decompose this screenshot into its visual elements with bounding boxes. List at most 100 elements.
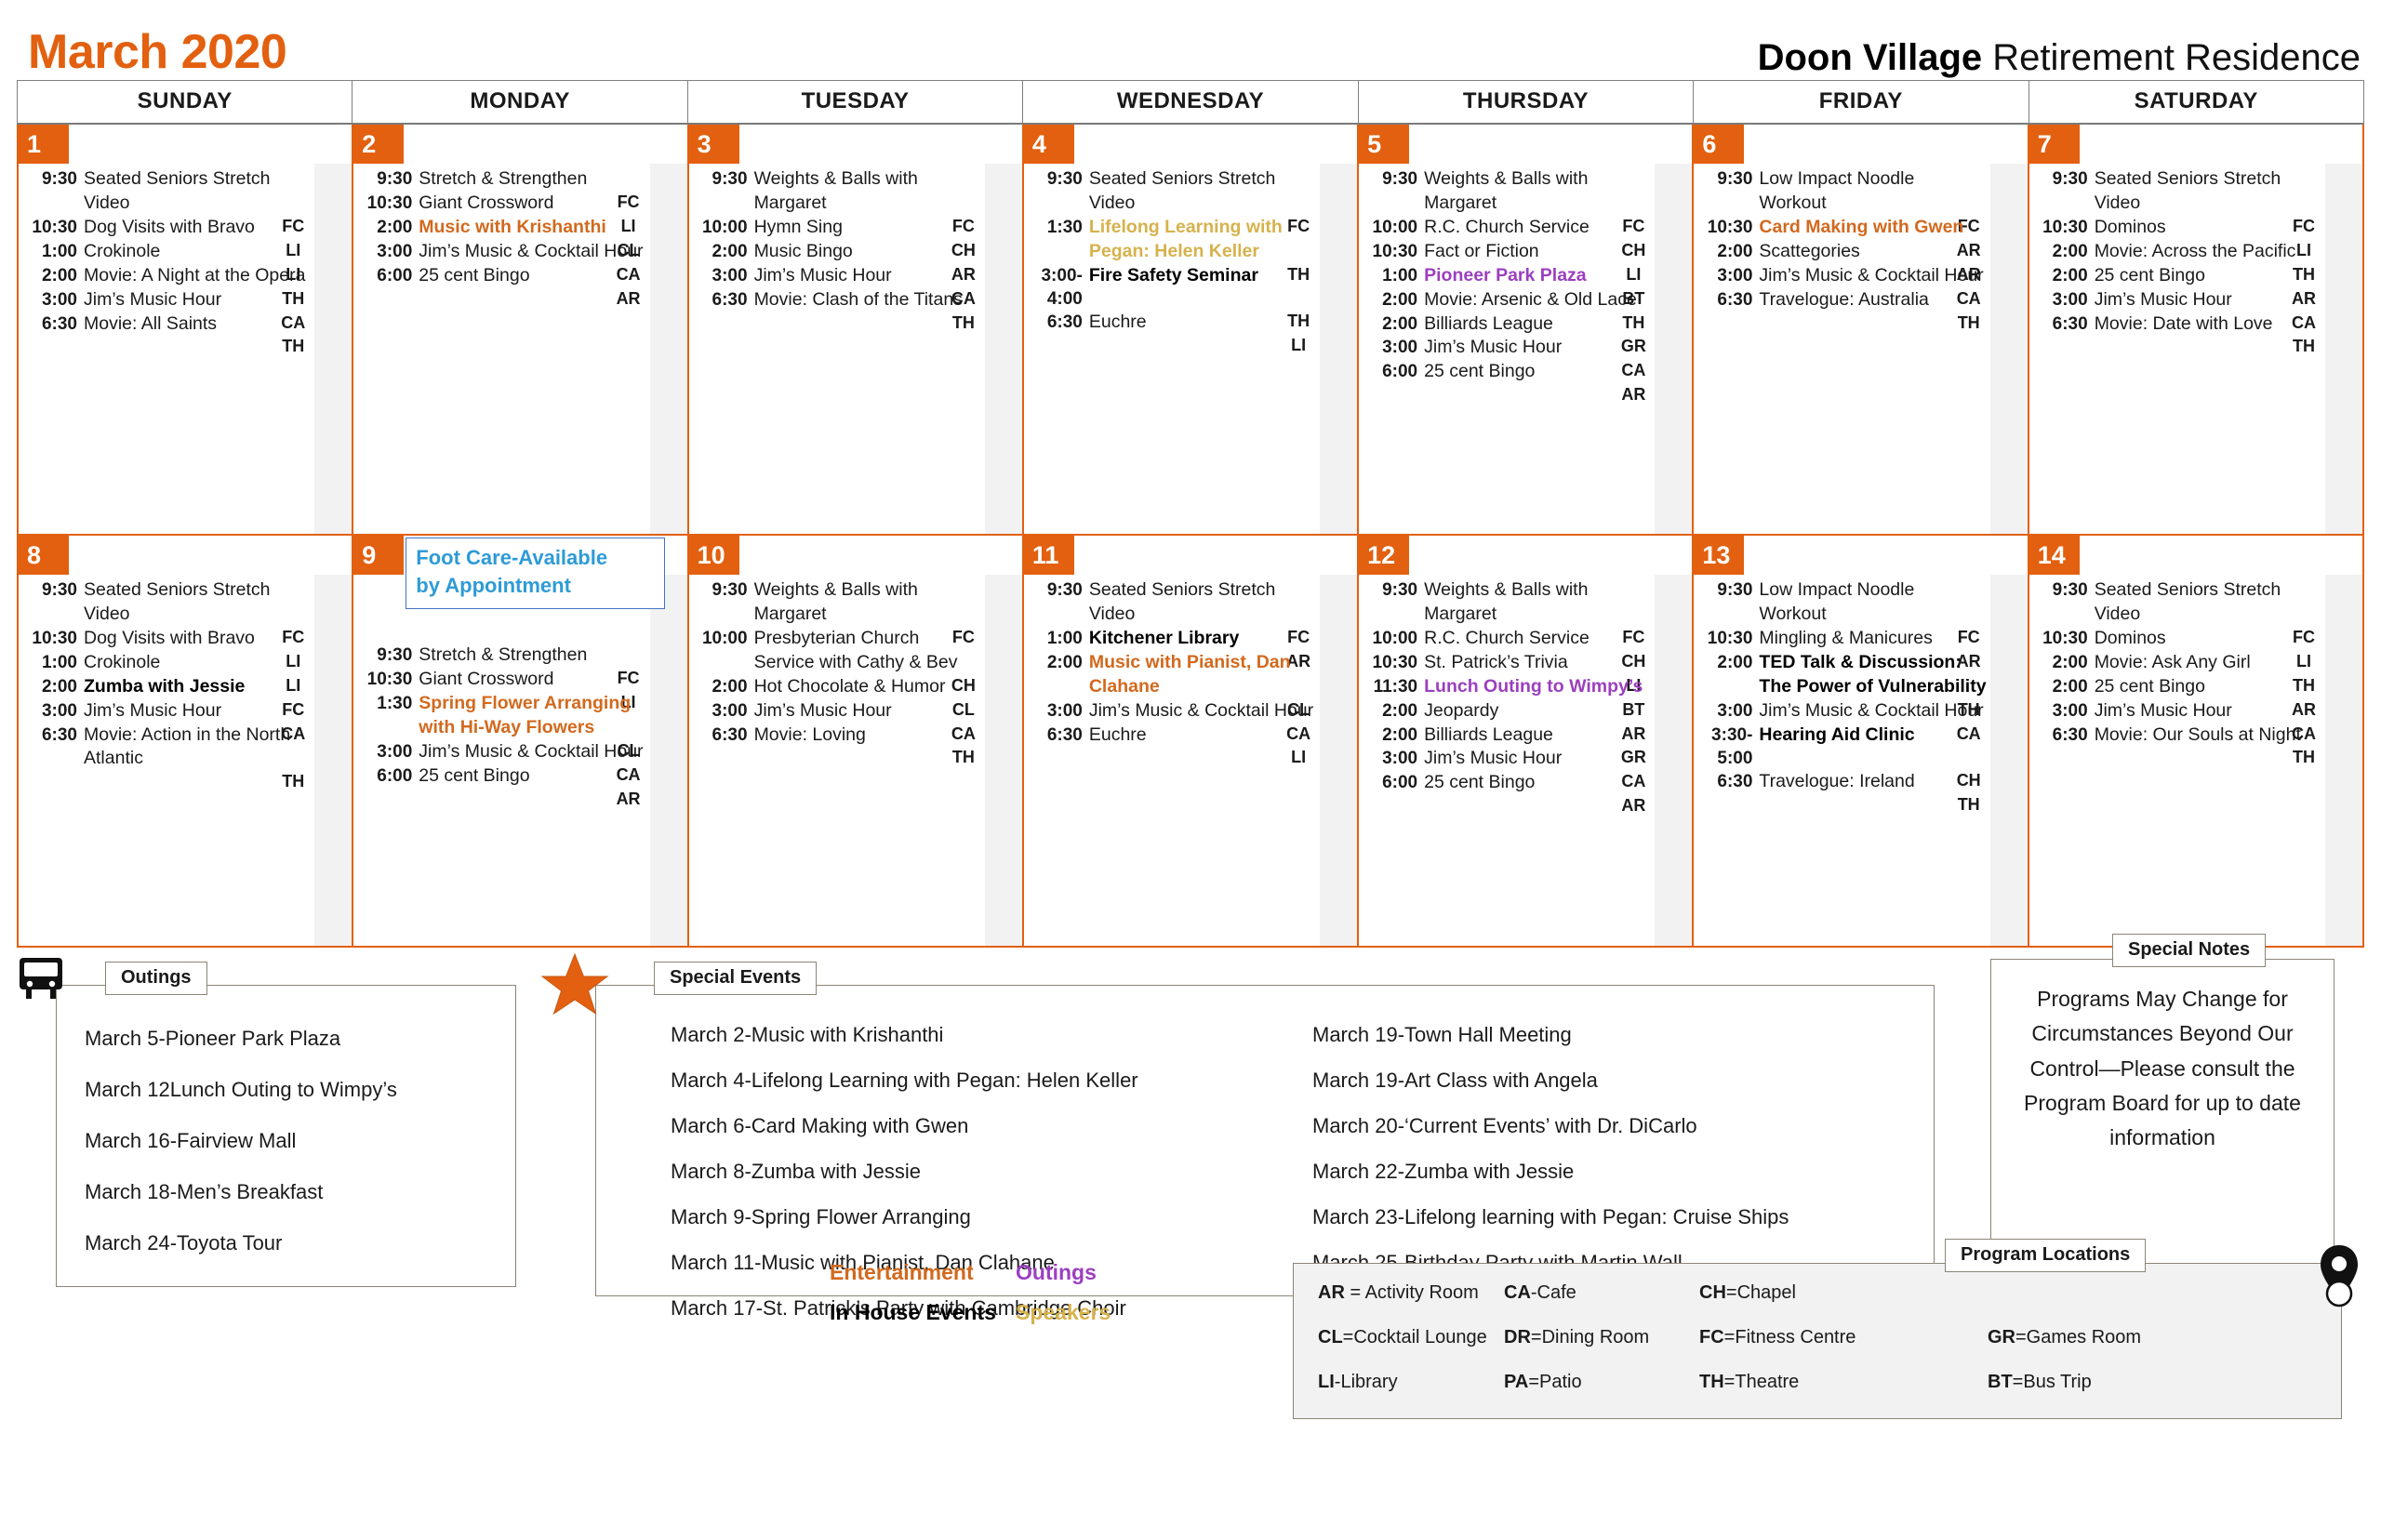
event-item[interactable]: 2:00 Jeopardy AR <box>1368 699 1653 743</box>
day-cell-7[interactable]: 7 9:30 Seated Seniors Stretch Video FC 10:30… <box>2027 125 2364 534</box>
day-cell-11[interactable]: 11 9:30 Seated Seniors Stretch Video FC 1:00… <box>1021 536 1358 946</box>
event-item[interactable]: 2:00 Music with Krishanthi CL <box>363 216 647 259</box>
event-item[interactable]: 6:30 Movie: Date with Love TH <box>2039 312 2323 356</box>
event-item[interactable]: 3:00 Jim’s Music Hour CA <box>698 699 983 743</box>
event-item[interactable]: 9:30 Weights & Balls with Margaret FC <box>1368 167 1653 235</box>
event-line: 6:30 Movie: Loving <box>698 724 983 748</box>
event-item[interactable]: 9:30 Weights & Balls with Margaret FC <box>698 578 983 646</box>
event-item[interactable]: 3:00 Jim’s Music Hour CA <box>1368 336 1653 379</box>
event-item[interactable]: 6:30 Movie: Action in the North Atlantic T… <box>28 724 313 791</box>
event-item[interactable]: 3:00 Jim’s Music & Cocktail Hour CA <box>1033 699 1318 743</box>
event-item[interactable]: 6:00 25 cent Bingo AR <box>1368 360 1653 404</box>
day-cell-13[interactable]: 13 9:30 Low Impact Noodle Workout FC 10:30 Mi… <box>1692 536 2028 946</box>
event-item[interactable]: 9:30 Low Impact Noodle Workout FC <box>1703 167 1988 235</box>
legend-row-2: In House Events Speakers <box>811 1300 1202 1325</box>
event-item[interactable]: 9:30 Seated Seniors Stretch Video FC <box>28 578 313 646</box>
event-item[interactable]: 2:00 Billiards League GR <box>1368 724 1653 767</box>
event-item[interactable]: 3:00 Jim’s Music Hour CA <box>1368 747 1653 790</box>
event-item[interactable]: 6:30 Movie: Clash of the Titans TH <box>698 288 983 332</box>
event-item[interactable]: 10:30 Dog Visits with Bravo LI <box>28 627 313 670</box>
event-item[interactable]: 3:00 Jim’s Music & Cocktail Hour CA <box>1703 264 1988 308</box>
event-title: Seated Seniors Stretch Video <box>84 579 271 624</box>
event-item[interactable]: 10:30 St. Patrick’s Trivia LI <box>1368 651 1653 695</box>
event-item[interactable]: 6:00 25 cent Bingo AR <box>1368 771 1653 815</box>
day-cell-2[interactable]: 2 9:30 Stretch & Strengthen FC 10:30 Giant Cr… <box>352 125 687 534</box>
event-item[interactable]: 10:30 Giant Crossword LI <box>363 668 647 711</box>
event-item[interactable]: 2:00 Hot Chocolate & Humor CL <box>698 675 983 719</box>
event-item[interactable]: 2:00 Music with Pianist, Dan Clahane CL <box>1033 651 1318 719</box>
event-item[interactable]: 1:00 Kitchener Library AR <box>1033 627 1318 670</box>
event-item[interactable]: 9:30 Seated Seniors Stretch Video FC <box>1033 167 1318 235</box>
event-item[interactable]: 10:30 Dominos LI <box>2039 216 2323 259</box>
foot-care-callout[interactable]: Foot Care-Available by Appointment <box>406 538 665 609</box>
event-item[interactable]: 10:30 Dog Visits with Bravo LI <box>28 216 313 259</box>
event-title: Stretch & Strengthen <box>419 644 588 665</box>
event-item[interactable]: 6:30 Movie: Our Souls at Night TH <box>2039 724 2323 767</box>
event-item[interactable]: 1:00 Crokinole LI <box>28 651 313 695</box>
event-item[interactable]: 9:30 Seated Seniors Stretch Video FC <box>2039 167 2323 235</box>
event-item[interactable]: 2:00 25 cent Bingo AR <box>2039 675 2323 719</box>
day-cell-12[interactable]: 12 9:30 Weights & Balls with Margaret FC 10:… <box>1357 536 1693 946</box>
event-item[interactable]: 2:00 Movie: Ask Any Girl TH <box>2039 651 2323 695</box>
event-item[interactable]: 9:30 Seated Seniors Stretch Video FC <box>1033 578 1318 646</box>
day-cell-8[interactable]: 8 9:30 Seated Seniors Stretch Video FC 10:30… <box>17 536 352 946</box>
day-cell-4[interactable]: 4 9:30 Seated Seniors Stretch Video FC 1:30 L… <box>1021 125 1358 534</box>
event-item[interactable]: 10:30 Fact or Fiction LI <box>1368 240 1653 284</box>
event-item[interactable]: 10:30 Dominos LI <box>2039 627 2323 670</box>
event-item[interactable]: 9:30 Stretch & Strengthen FC <box>363 644 647 687</box>
day-cell-6[interactable]: 6 9:30 Low Impact Noodle Workout FC 10:30 Car… <box>1692 125 2028 534</box>
event-item[interactable]: 1:00 Crokinole LI <box>28 240 313 284</box>
event-item[interactable]: 10:00 Presbyterian Church Service with Ca… <box>698 627 983 695</box>
event-item[interactable]: 1:30 Lifelong Learning with Pegan: Helen … <box>1033 216 1318 284</box>
event-item[interactable]: 6:30 Travelogue: Australia TH <box>1703 288 1988 332</box>
event-item[interactable]: 9:30 Weights & Balls with Margaret FC <box>698 167 983 235</box>
event-item[interactable]: 3:00- 4:00 Fire Safety Seminar TH <box>1033 264 1318 331</box>
event-item[interactable]: 6:30 Movie: All Saints TH <box>28 312 313 356</box>
event-item[interactable]: 3:00 Jim’s Music & Cocktail Hour CA <box>363 240 647 284</box>
event-item[interactable]: 3:00 Jim’s Music Hour CA <box>28 288 313 332</box>
event-item[interactable]: 9:30 Weights & Balls with Margaret FC <box>1368 578 1653 646</box>
event-item[interactable]: 11:30 Lunch Outing to Wimpy’s BT <box>1368 675 1653 719</box>
event-item[interactable]: 3:00 Jim’s Music Hour CA <box>2039 288 2323 332</box>
event-item[interactable]: 2:00 TED Talk & Discussion: The Power of … <box>1703 651 1988 719</box>
day-cell-9[interactable]: 9 Foot Care-Available by Appointment 9:30 St… <box>352 536 687 946</box>
event-item[interactable]: 3:30- 5:00 Hearing Aid Clinic CH <box>1703 724 1988 790</box>
event-item[interactable]: 3:00 Jim’s Music & Cocktail Hour CA <box>1703 699 1988 743</box>
event-item[interactable]: 10:30 Giant Crossword LI <box>363 192 647 235</box>
event-item[interactable]: 6:30 Travelogue: Ireland TH <box>1703 770 1988 814</box>
event-item[interactable]: 6:30 Euchre LI <box>1033 311 1318 354</box>
event-item[interactable]: 2:00 25 cent Bingo AR <box>2039 264 2323 308</box>
event-item[interactable]: 3:00 Jim’s Music Hour CA <box>2039 699 2323 743</box>
event-item[interactable]: 2:00 Movie: Arsenic & Old Lace TH <box>1368 288 1653 332</box>
day-cell-14[interactable]: 14 9:30 Seated Seniors Stretch Video FC 10:3… <box>2027 536 2364 946</box>
event-item[interactable]: 10:30 Mingling & Manicures AR <box>1703 627 1988 670</box>
event-item[interactable]: 2:00 Billiards League GR <box>1368 312 1653 356</box>
event-item[interactable]: 10:00 R.C. Church Service CH <box>1368 627 1653 670</box>
event-title: Fact or Fiction <box>1424 240 1539 261</box>
day-cell-10[interactable]: 10 9:30 Weights & Balls with Margaret FC 10:… <box>686 536 1022 946</box>
event-item[interactable]: 3:00 Jim’s Music & Cocktail Hour CA <box>363 740 647 784</box>
event-item[interactable]: 2:00 Scattegories AR <box>1703 240 1988 284</box>
event-item[interactable]: 1:00 Pioneer Park Plaza BT <box>1368 264 1653 308</box>
event-item[interactable]: 1:30 Spring Flower Arranging with Hi-Way … <box>363 692 647 760</box>
event-item[interactable]: 9:30 Low Impact Noodle Workout FC <box>1703 578 1988 646</box>
event-item[interactable]: 6:00 25 cent Bingo AR <box>363 764 647 808</box>
day-cell-5[interactable]: 5 9:30 Weights & Balls with Margaret FC 10:0… <box>1357 125 1693 534</box>
day-cell-3[interactable]: 3 9:30 Weights & Balls with Margaret FC 10:0… <box>686 125 1022 534</box>
day-cell-1[interactable]: 1 9:30 Seated Seniors Stretch Video FC 10:30… <box>17 125 352 534</box>
event-item[interactable]: 9:30 Stretch & Strengthen FC <box>363 167 647 211</box>
event-item[interactable]: 2:00 Zumba with Jessie FC <box>28 675 313 719</box>
event-item[interactable]: 10:30 Card Making with Gwen AR <box>1703 216 1988 259</box>
event-item[interactable]: 3:00 Jim’s Music Hour CA <box>698 264 983 308</box>
event-item[interactable]: 10:00 Hymn Sing CH <box>698 216 983 259</box>
event-item[interactable]: 9:30 Seated Seniors Stretch Video FC <box>2039 578 2323 646</box>
event-item[interactable]: 10:00 R.C. Church Service CH <box>1368 216 1653 259</box>
event-item[interactable]: 9:30 Seated Seniors Stretch Video FC <box>28 167 313 235</box>
event-item[interactable]: 3:00 Jim’s Music Hour CA <box>28 699 313 743</box>
event-item[interactable]: 6:00 25 cent Bingo AR <box>363 264 647 308</box>
event-item[interactable]: 6:30 Euchre LI <box>1033 724 1318 767</box>
event-item[interactable]: 2:00 Movie: A Night at the Opera TH <box>28 264 313 308</box>
event-item[interactable]: 2:00 Movie: Across the Pacific TH <box>2039 240 2323 284</box>
event-item[interactable]: 2:00 Music Bingo AR <box>698 240 983 284</box>
event-item[interactable]: 6:30 Movie: Loving TH <box>698 724 983 767</box>
